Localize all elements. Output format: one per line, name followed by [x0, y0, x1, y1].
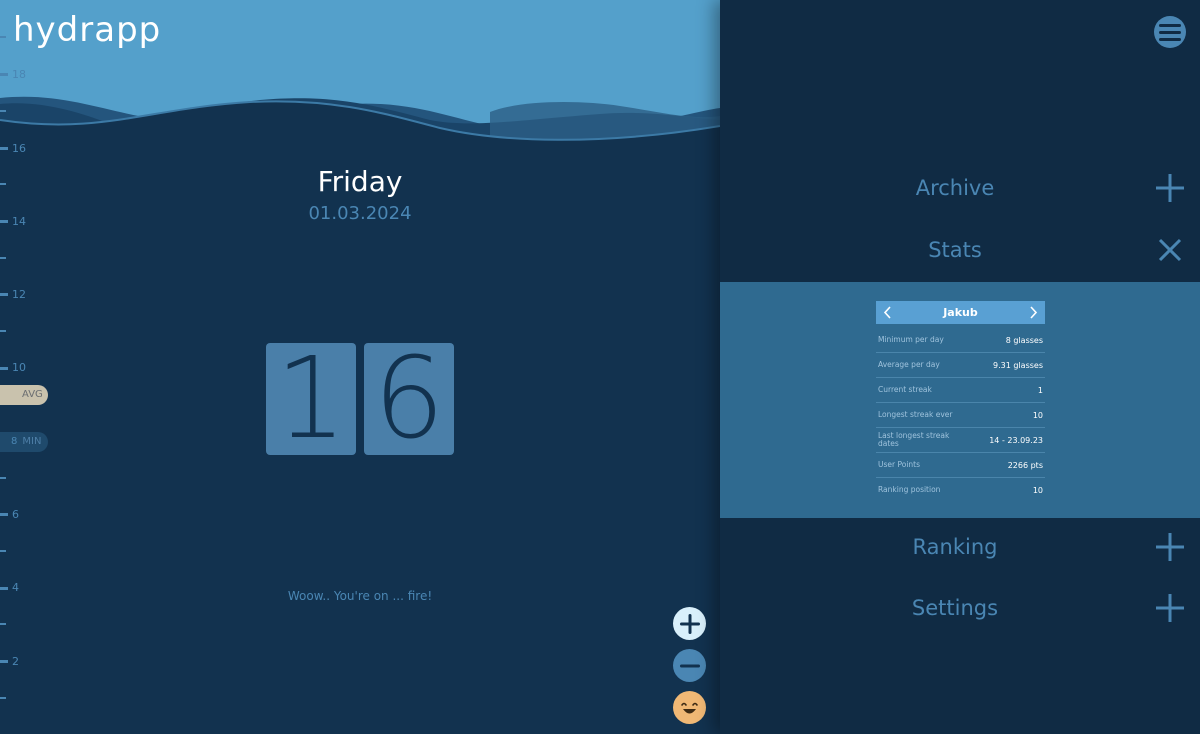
add-glass-button[interactable]: [673, 607, 706, 640]
glass-count-digit-2: 6: [364, 343, 454, 455]
hamburger-menu-button[interactable]: [1154, 16, 1186, 48]
smiley-icon: [681, 702, 698, 714]
minimum-value: 8: [11, 436, 18, 447]
menu-item-label: Settings: [911, 596, 999, 620]
menu-item-label: Stats: [928, 238, 982, 262]
ruler-label-2: 2: [12, 655, 19, 668]
menu-item-stats[interactable]: Stats: [720, 230, 1200, 270]
menu-item-ranking[interactable]: Ranking: [720, 527, 1200, 567]
stat-key: Current streak: [878, 385, 932, 395]
stats-row-user-points: User Points 2266 pts: [876, 453, 1045, 478]
ruler-label-6: 6: [12, 508, 19, 521]
menu-item-settings[interactable]: Settings: [720, 588, 1200, 628]
minimum-label: MIN: [22, 436, 42, 447]
hamburger-line: [1159, 23, 1181, 27]
stats-row-ranking: Ranking position 10: [876, 478, 1045, 502]
mood-button[interactable]: [673, 691, 706, 724]
stat-value: 9.31 glasses: [993, 360, 1043, 370]
ruler-label-10: 10: [12, 361, 26, 374]
chevron-right-icon[interactable]: [1023, 301, 1043, 324]
stat-key: Last longest streak dates: [878, 431, 950, 448]
stat-key: Ranking position: [878, 485, 941, 495]
stat-key: Longest streak ever: [878, 410, 953, 420]
hamburger-line: [1159, 30, 1181, 34]
plus-icon: [679, 613, 700, 634]
minus-icon: [679, 664, 700, 667]
stats-table: Minimum per day 8 glasses Average per day…: [876, 328, 1045, 502]
stats-panel: Jakub Minimum per day 8 glasses Average p…: [720, 282, 1200, 518]
menu-item-label: Archive: [915, 176, 995, 200]
user-name: Jakub: [943, 306, 978, 319]
stat-value: 1: [1037, 385, 1043, 395]
menu-item-archive[interactable]: Archive: [720, 168, 1200, 208]
stats-row-minimum: Minimum per day 8 glasses: [876, 328, 1045, 353]
stat-key: User Points: [878, 460, 921, 470]
tracker-view: hydrapp 18 16 14 12 10 6 4 2 AVG 8 MIN F…: [0, 0, 720, 734]
plus-icon[interactable]: [1154, 531, 1186, 563]
menu-item-label: Ranking: [912, 535, 998, 559]
stat-value: 14 - 23.09.23: [989, 435, 1043, 445]
ruler-label-12: 12: [12, 288, 26, 301]
ruler-ticks: [0, 36, 8, 699]
stat-key: Average per day: [878, 360, 940, 370]
stats-row-streak-dates: Last longest streak dates 14 - 23.09.23: [876, 428, 1045, 453]
ruler-label-18: 18: [12, 68, 26, 81]
motivation-message: Woow.. You're on ... fire!: [287, 589, 433, 603]
stats-row-longest-streak: Longest streak ever 10: [876, 403, 1045, 428]
ruler-label-16: 16: [12, 142, 26, 155]
glass-count-digit-1: 1: [266, 343, 356, 455]
stat-value: 8 glasses: [1005, 335, 1043, 345]
average-marker: AVG: [0, 385, 48, 405]
stats-row-average: Average per day 9.31 glasses: [876, 353, 1045, 378]
current-date: 01.03.2024: [308, 203, 412, 224]
chevron-left-icon[interactable]: [878, 301, 898, 324]
stat-key: Minimum per day: [878, 335, 944, 345]
user-selector: Jakub: [876, 301, 1045, 324]
close-icon[interactable]: [1154, 234, 1186, 266]
side-menu: Archive Stats Jakub Minimum per day 8 gla…: [720, 0, 1200, 734]
hamburger-line: [1159, 37, 1181, 41]
stat-value: 2266 pts: [1007, 460, 1043, 470]
remove-glass-button[interactable]: [673, 649, 706, 682]
stat-value: 10: [1032, 410, 1043, 420]
day-name: Friday: [317, 165, 403, 198]
glasses-ruler: 18 16 14 12 10 6 4 2: [0, 0, 60, 734]
average-label: AVG: [22, 389, 43, 400]
minimum-marker: 8 MIN: [0, 432, 48, 452]
plus-icon[interactable]: [1154, 172, 1186, 204]
stats-row-current-streak: Current streak 1: [876, 378, 1045, 403]
plus-icon[interactable]: [1154, 592, 1186, 624]
stat-value: 10: [1032, 485, 1043, 495]
